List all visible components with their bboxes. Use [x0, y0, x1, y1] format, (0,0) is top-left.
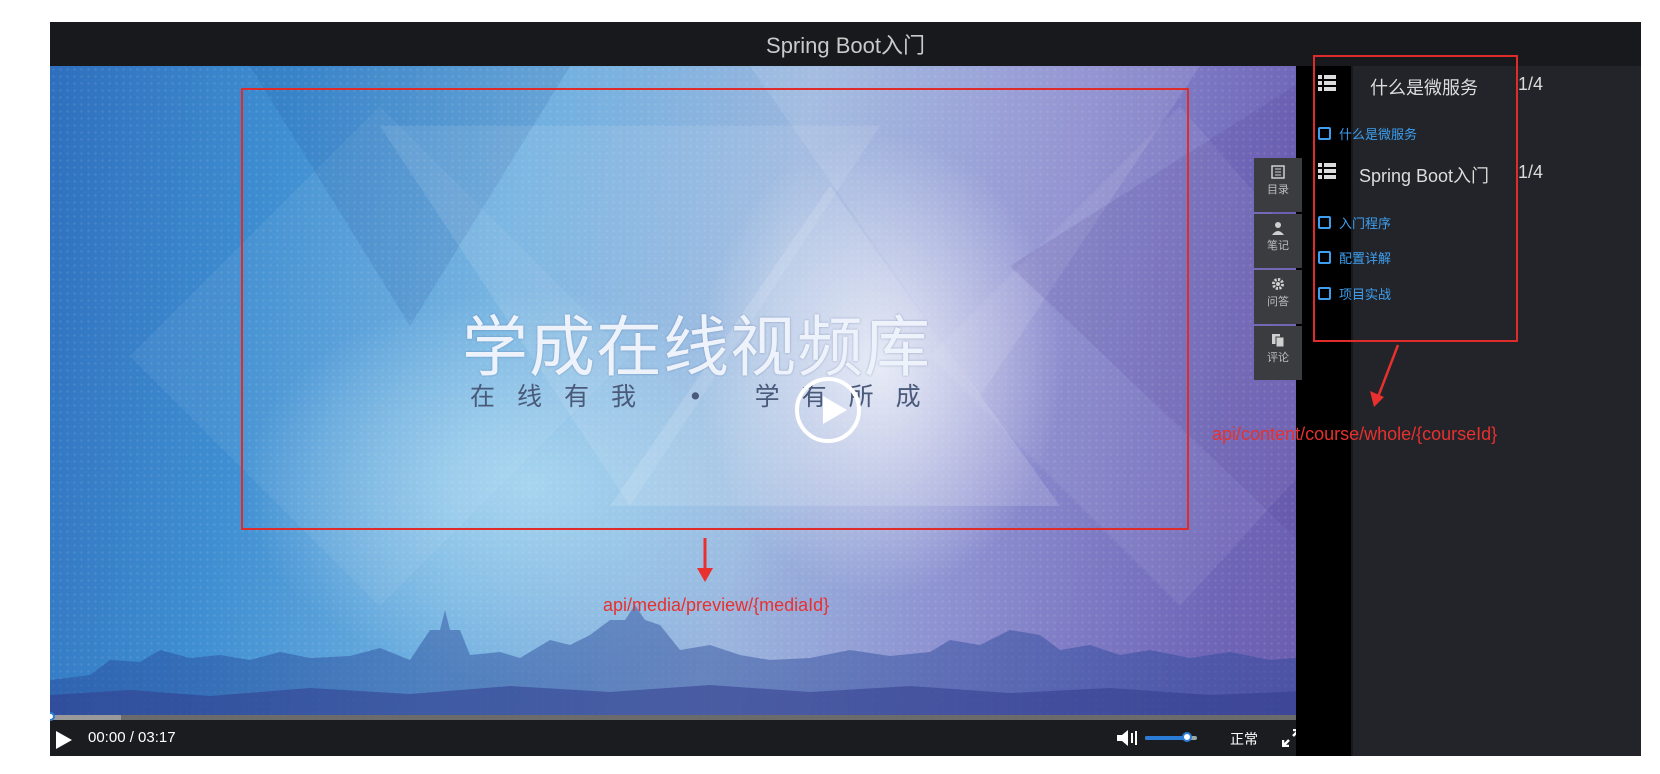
- side-button-qa[interactable]: 问答: [1254, 270, 1302, 324]
- chapter-count: 1/4: [1517, 162, 1543, 182]
- side-button-label: 笔记: [1267, 240, 1289, 252]
- user-icon: [1272, 222, 1284, 235]
- video-annotation-box: [241, 88, 1189, 530]
- volume-icon[interactable]: [1115, 729, 1139, 747]
- chapter-count: 1/4: [1517, 74, 1543, 94]
- video-api-annotation: api/media/preview/{mediaId}: [603, 595, 830, 615]
- catalog-api-annotation: api/content/course/whole/{courseId}: [1212, 424, 1498, 444]
- copy-icon: [1272, 334, 1285, 348]
- play-icon[interactable]: [56, 731, 72, 749]
- player-controls: 00:00 / 03:17 正常: [50, 712, 1326, 756]
- side-button-notes[interactable]: 笔记: [1254, 214, 1302, 268]
- gear-icon: [1272, 278, 1284, 290]
- volume-level: [1145, 736, 1187, 740]
- side-button-label: 评论: [1267, 352, 1289, 364]
- diagonal-arrow-icon: [1370, 344, 1400, 407]
- volume-slider[interactable]: [1145, 732, 1197, 742]
- city-skyline: [50, 605, 1326, 720]
- progress-bar[interactable]: [50, 712, 1326, 721]
- time-display: 00:00 / 03:17: [88, 729, 176, 746]
- playback-rate[interactable]: 正常: [1230, 729, 1258, 749]
- catalog-annotation-box: [1313, 55, 1518, 342]
- down-arrow-icon: [697, 538, 713, 582]
- side-button-comments[interactable]: 评论: [1254, 326, 1302, 380]
- progress-buffered: [50, 715, 122, 720]
- volume-handle[interactable]: [1181, 732, 1192, 742]
- side-button-label: 目录: [1267, 184, 1289, 196]
- catalog-icon: [1271, 165, 1285, 179]
- side-button-catalog[interactable]: 目录: [1254, 158, 1302, 212]
- side-button-label: 问答: [1267, 296, 1289, 308]
